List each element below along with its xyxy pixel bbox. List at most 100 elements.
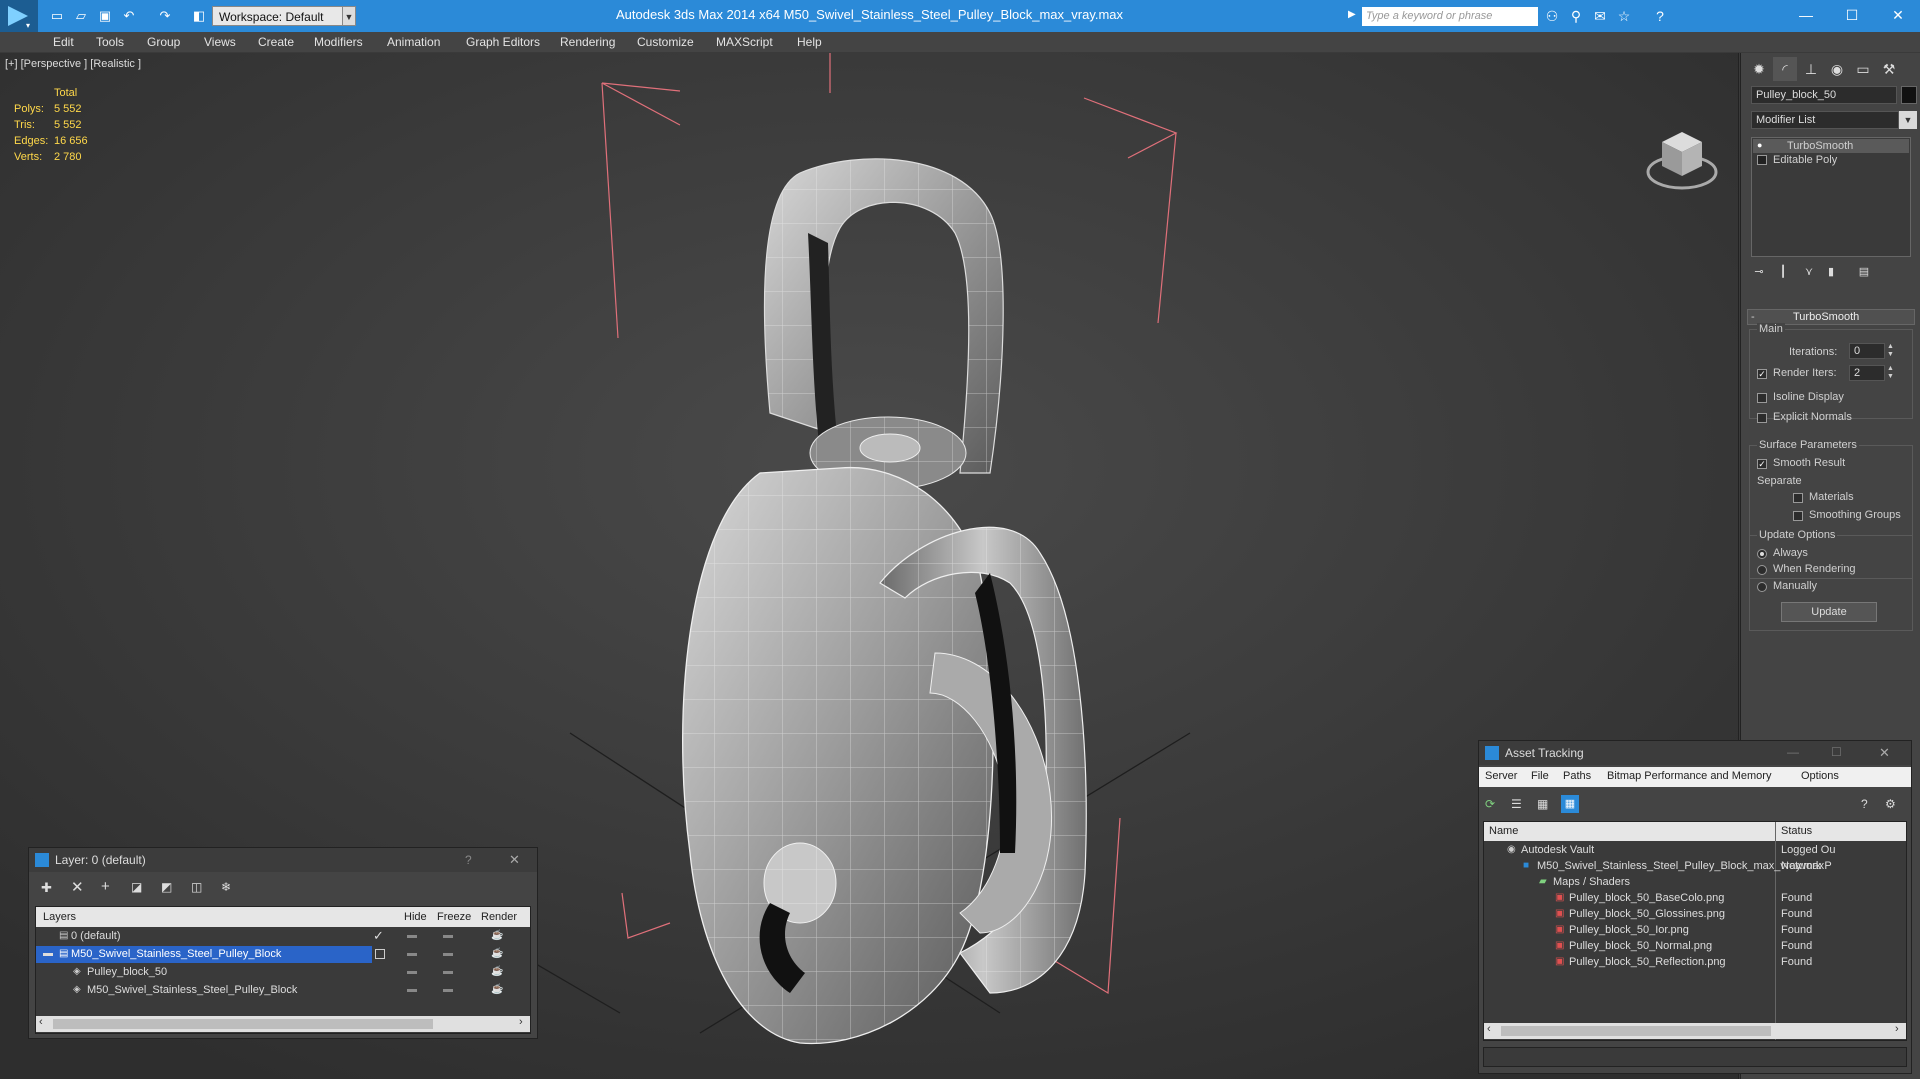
menu-customize[interactable]: Customize: [637, 35, 694, 49]
communication-icon[interactable]: ✉: [1592, 8, 1608, 24]
asset-row[interactable]: Maps / Shaders: [1553, 876, 1630, 888]
chevron-left-icon[interactable]: ‹: [1487, 1023, 1491, 1035]
render-teapot-icon[interactable]: ☕: [491, 984, 503, 995]
motion-tab-icon[interactable]: ◉: [1825, 57, 1849, 81]
save-icon[interactable]: ▣: [96, 7, 114, 25]
hide-toggle[interactable]: ▬: [407, 948, 417, 959]
maximize-button[interactable]: ☐: [1831, 745, 1842, 759]
manually-radio[interactable]: [1757, 582, 1767, 592]
refresh-icon[interactable]: ⟳: [1485, 797, 1495, 811]
hide-toggle[interactable]: ▬: [407, 966, 417, 977]
layer-row[interactable]: M50_Swivel_Stainless_Steel_Pulley_Block: [71, 948, 281, 960]
open-file-icon[interactable]: ▱: [72, 7, 90, 25]
utilities-tab-icon[interactable]: ⚒: [1877, 57, 1901, 81]
menu-tools[interactable]: Tools: [96, 35, 124, 49]
chevron-right-icon[interactable]: ▶: [1348, 9, 1358, 25]
select-in-layer-icon[interactable]: ◪: [131, 880, 142, 894]
layer-row[interactable]: M50_Swivel_Stainless_Steel_Pulley_Block: [87, 984, 297, 996]
update-button[interactable]: Update: [1781, 602, 1877, 622]
layer-row[interactable]: 0 (default): [71, 930, 121, 942]
workspace-dropdown[interactable]: Workspace: Default: [212, 6, 344, 26]
smoothing-groups-checkbox[interactable]: [1793, 511, 1803, 521]
chevron-down-icon[interactable]: ▼: [1899, 111, 1917, 129]
when-rendering-radio[interactable]: [1757, 565, 1767, 575]
help-icon[interactable]: ?: [1652, 8, 1668, 24]
menu-edit[interactable]: Edit: [53, 35, 74, 49]
display-tab-icon[interactable]: ▭: [1851, 57, 1875, 81]
column-hide[interactable]: Hide: [404, 911, 427, 923]
close-button[interactable]: ✕: [509, 852, 520, 868]
menu-options[interactable]: Options: [1801, 770, 1839, 782]
render-teapot-icon[interactable]: ☕: [491, 930, 503, 941]
render-teapot-icon[interactable]: ☕: [491, 966, 503, 977]
layer-row[interactable]: Pulley_block_50: [87, 966, 167, 978]
chevron-down-icon[interactable]: ▼: [342, 6, 356, 26]
close-button[interactable]: ✕: [1879, 745, 1890, 761]
table-view-icon[interactable]: ▦: [1537, 797, 1548, 811]
hide-all-layers-icon[interactable]: ◫: [191, 880, 202, 894]
column-status[interactable]: Status: [1781, 825, 1812, 837]
active-layer-box[interactable]: [375, 949, 385, 959]
menu-animation[interactable]: Animation: [387, 35, 440, 49]
menu-rendering[interactable]: Rendering: [560, 35, 615, 49]
menu-create[interactable]: Create: [258, 35, 294, 49]
isoline-display-checkbox[interactable]: [1757, 393, 1767, 403]
menu-maxscript[interactable]: MAXScript: [716, 35, 773, 49]
column-layers[interactable]: Layers: [43, 911, 76, 923]
render-teapot-icon[interactable]: ☕: [491, 948, 503, 959]
menu-paths[interactable]: Paths: [1563, 770, 1591, 782]
new-layer-icon[interactable]: ✚: [41, 880, 52, 896]
stack-item-label[interactable]: Editable Poly: [1773, 154, 1837, 166]
column-name[interactable]: Name: [1489, 825, 1518, 837]
menu-server[interactable]: Server: [1485, 770, 1517, 782]
stack-item-label[interactable]: TurboSmooth: [1787, 140, 1853, 152]
settings-icon[interactable]: ⚙: [1885, 797, 1896, 811]
menu-modifiers[interactable]: Modifiers: [314, 35, 363, 49]
show-end-result-icon[interactable]: ┃: [1773, 263, 1793, 281]
render-iters-checkbox[interactable]: ✓: [1757, 369, 1767, 379]
lightbulb-icon[interactable]: ●: [1757, 140, 1762, 150]
maximize-button[interactable]: ☐: [1832, 4, 1872, 26]
smooth-result-checkbox[interactable]: ✓: [1757, 459, 1767, 469]
collapse-icon[interactable]: ▬: [43, 948, 53, 959]
close-button[interactable]: ✕: [1878, 4, 1918, 26]
chevron-left-icon[interactable]: ‹: [39, 1016, 43, 1028]
help-button[interactable]: ?: [465, 853, 472, 867]
explicit-normals-checkbox[interactable]: [1757, 413, 1767, 423]
redo-icon[interactable]: ↷: [156, 7, 174, 25]
hierarchy-tab-icon[interactable]: ⊥: [1799, 57, 1823, 81]
create-tab-icon[interactable]: ✹: [1747, 57, 1771, 81]
column-freeze[interactable]: Freeze: [437, 911, 471, 923]
project-folder-icon[interactable]: ◧: [190, 7, 208, 25]
scrollbar-thumb[interactable]: [1501, 1026, 1771, 1036]
chevron-right-icon[interactable]: ›: [1895, 1023, 1899, 1035]
menu-group[interactable]: Group: [147, 35, 180, 49]
viewport-label[interactable]: [+] [Perspective ] [Realistic ]: [5, 58, 141, 70]
asset-row[interactable]: Pulley_block_50_Normal.png: [1569, 940, 1712, 952]
iterations-spinner[interactable]: 0: [1849, 343, 1885, 359]
asset-row[interactable]: Pulley_block_50_BaseColo.png: [1569, 892, 1724, 904]
pin-stack-icon[interactable]: ⊸: [1749, 263, 1769, 281]
hide-toggle[interactable]: ▬: [407, 984, 417, 995]
spinner-arrows-icon[interactable]: ▲ ▼: [1887, 343, 1894, 359]
minimize-button[interactable]: —: [1787, 745, 1799, 759]
spinner-arrows-icon[interactable]: ▲ ▼: [1887, 365, 1894, 381]
grid-view-icon[interactable]: ▦: [1561, 795, 1579, 813]
highlight-layer-icon[interactable]: ◩: [161, 880, 172, 894]
remove-modifier-icon[interactable]: ▮: [1821, 263, 1841, 281]
favorites-star-icon[interactable]: ☆: [1616, 8, 1632, 24]
hide-toggle[interactable]: ▬: [407, 930, 417, 941]
search-input[interactable]: Type a keyword or phrase: [1362, 7, 1538, 26]
object-name-field[interactable]: Pulley_block_50: [1751, 86, 1897, 104]
freeze-all-layers-icon[interactable]: ❄: [221, 880, 231, 894]
menu-file[interactable]: File: [1531, 770, 1549, 782]
list-view-icon[interactable]: ☰: [1511, 797, 1522, 811]
menu-views[interactable]: Views: [204, 35, 236, 49]
freeze-toggle[interactable]: ▬: [443, 984, 453, 995]
asset-row[interactable]: Pulley_block_50_Glossines.png: [1569, 908, 1725, 920]
binoculars-icon[interactable]: ⚇: [1544, 8, 1560, 24]
render-iters-spinner[interactable]: 2: [1849, 365, 1885, 381]
help-icon[interactable]: ?: [1861, 797, 1868, 811]
freeze-toggle[interactable]: ▬: [443, 948, 453, 959]
make-unique-icon[interactable]: ⋎: [1799, 263, 1819, 281]
